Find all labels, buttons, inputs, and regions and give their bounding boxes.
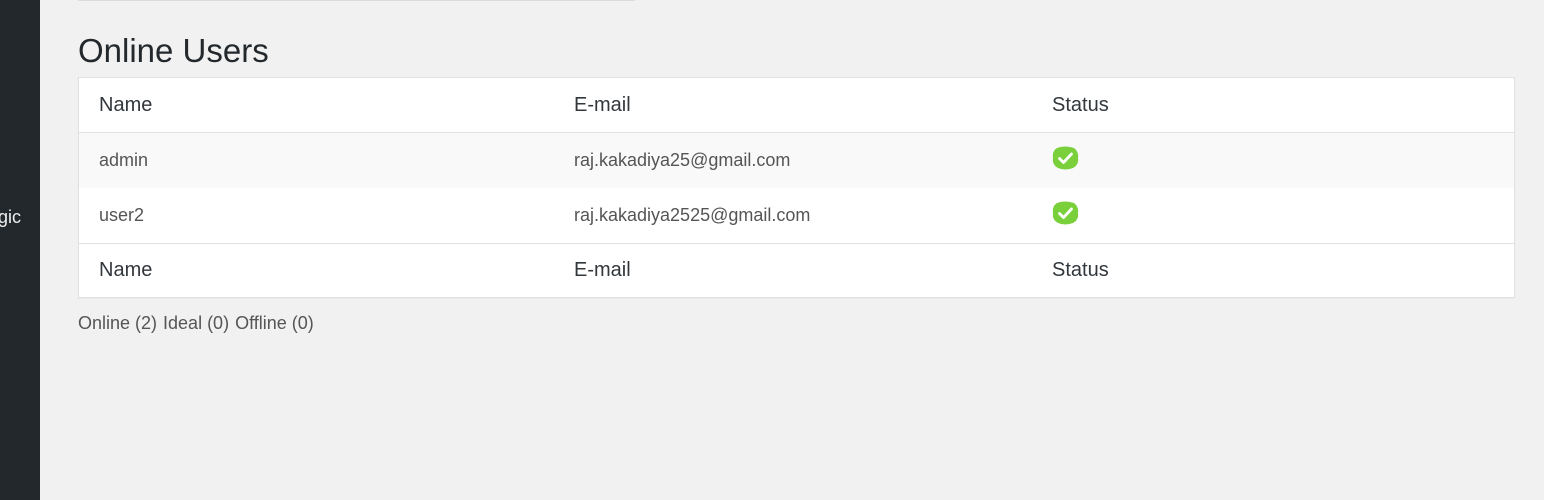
user-email-cell: raj.kakadiya25@gmail.com xyxy=(574,150,791,170)
ideal-count: Ideal (0) xyxy=(163,313,230,333)
admin-sidebar: gic xyxy=(0,0,40,500)
offline-count: Offline (0) xyxy=(235,313,314,333)
column-header-email: E-mail xyxy=(574,93,631,116)
user-email-cell: raj.kakadiya2525@gmail.com xyxy=(574,205,811,225)
user-status-cell xyxy=(1052,188,1079,243)
online-users-table: Name E-mail Status admin raj.kakadiya25@… xyxy=(78,77,1515,298)
user-name-cell: user2 xyxy=(99,205,145,225)
user-name-cell: admin xyxy=(99,150,149,170)
column-footer-status: Status xyxy=(1052,259,1109,281)
top-divider xyxy=(78,0,635,1)
column-footer-name: Name xyxy=(99,259,153,281)
online-count: Online (2) xyxy=(78,313,158,333)
table-header-row: Name E-mail Status xyxy=(79,78,1514,133)
status-summary: Online (2) Ideal (0) Offline (0) xyxy=(78,313,320,334)
table-row: admin raj.kakadiya25@gmail.com xyxy=(79,133,1514,188)
column-header-name: Name xyxy=(99,93,153,116)
sidebar-item-label[interactable]: gic xyxy=(0,207,21,228)
check-badge-icon xyxy=(1052,201,1079,224)
user-status-cell xyxy=(1052,133,1079,188)
column-footer-email: E-mail xyxy=(574,259,631,281)
check-badge-icon xyxy=(1052,146,1079,169)
table-row: user2 raj.kakadiya2525@gmail.com xyxy=(79,188,1514,243)
page-title: Online Users xyxy=(78,32,269,69)
column-header-status: Status xyxy=(1052,93,1109,116)
table-footer-row: Name E-mail Status xyxy=(79,243,1514,297)
